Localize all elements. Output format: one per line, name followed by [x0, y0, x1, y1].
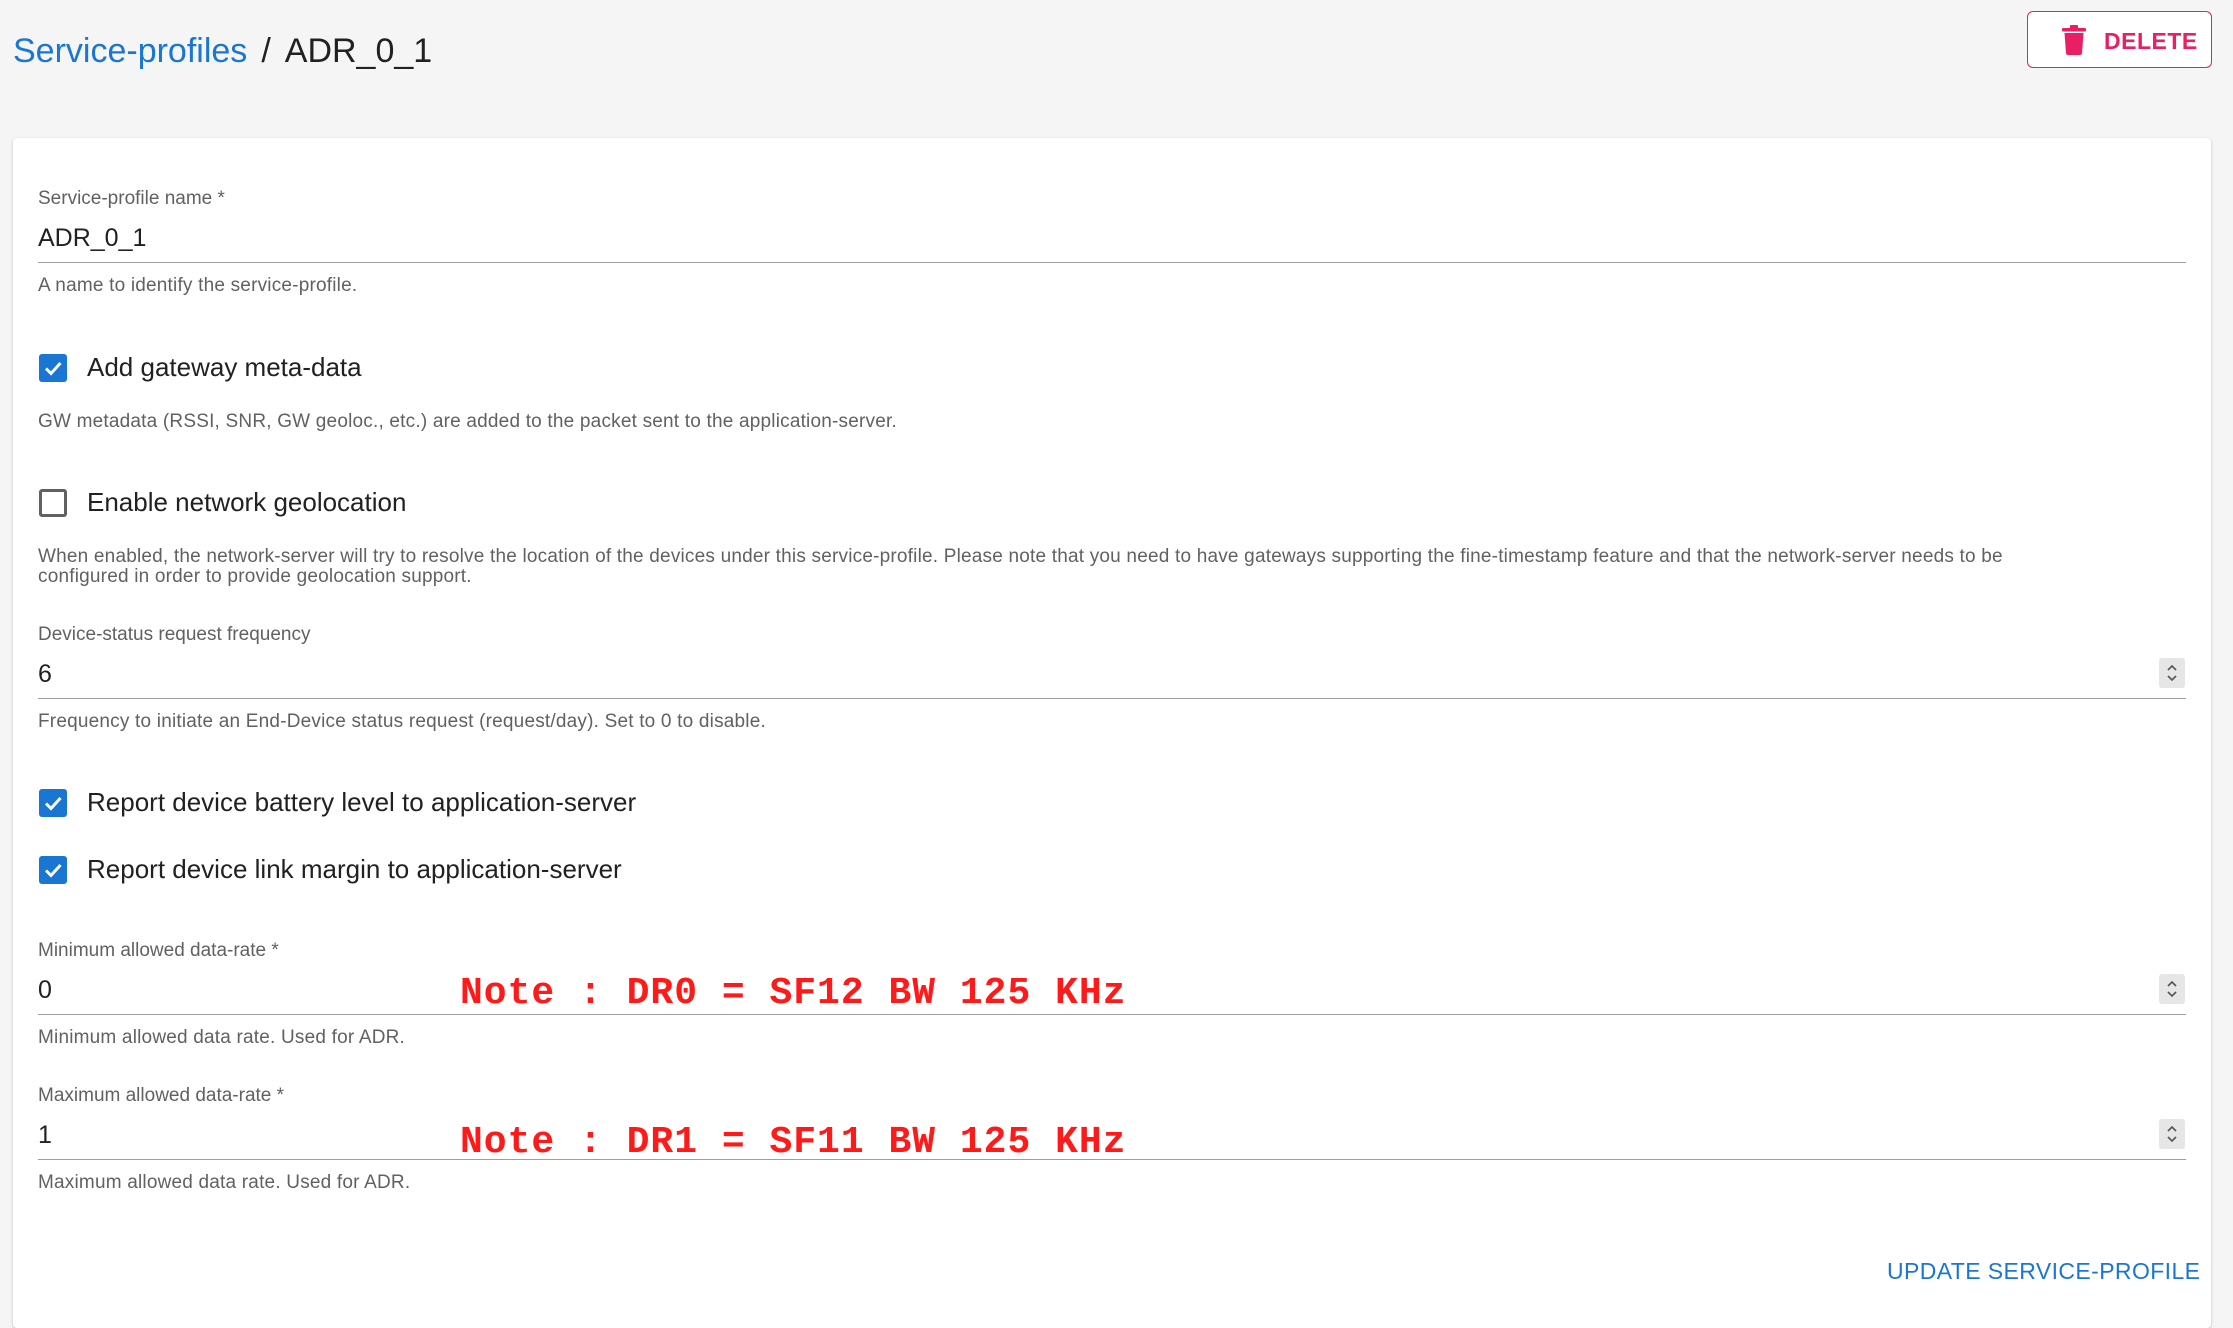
delete-button-label: DELETE — [2104, 28, 2198, 54]
checkmark-icon — [44, 863, 62, 878]
max-data-rate-input[interactable]: 1 — [38, 1121, 52, 1150]
network-geolocation-label[interactable]: Enable network geolocation — [87, 487, 406, 518]
device-status-frequency-stepper[interactable] — [2159, 658, 2185, 688]
min-data-rate-stepper[interactable] — [2159, 974, 2185, 1004]
breadcrumb-service-profiles-link[interactable]: Service-profiles — [13, 32, 247, 70]
add-gateway-metadata-label[interactable]: Add gateway meta-data — [87, 352, 362, 383]
breadcrumb-current: ADR_0_1 — [284, 32, 433, 70]
checkmark-icon — [44, 796, 62, 811]
max-data-rate-stepper[interactable] — [2159, 1119, 2185, 1149]
max-data-rate-underline — [38, 1159, 2186, 1160]
breadcrumb-separator: / — [261, 32, 271, 70]
report-battery-label[interactable]: Report device battery level to applicati… — [87, 787, 636, 818]
name-helper-text: A name to identify the service-profile. — [38, 275, 358, 296]
name-field-label: Service-profile name * — [38, 188, 225, 209]
service-profile-form: Service-profile name * ADR_0_1 A name to… — [13, 138, 2211, 1328]
min-data-rate-annotation: Note : DR0 = SF12 BW 125 KHz — [460, 972, 1127, 1015]
min-data-rate-underline — [38, 1014, 2186, 1015]
max-data-rate-label: Maximum allowed data-rate * — [38, 1085, 285, 1106]
delete-button[interactable]: DELETE — [2027, 11, 2212, 68]
network-geolocation-helper-line2: configured in order to provide geolocati… — [38, 566, 472, 587]
min-data-rate-label: Minimum allowed data-rate * — [38, 940, 279, 961]
max-data-rate-helper: Maximum allowed data rate. Used for ADR. — [38, 1172, 411, 1193]
name-input[interactable]: ADR_0_1 — [38, 224, 146, 253]
report-battery-checkbox[interactable] — [39, 789, 67, 817]
checkmark-icon — [44, 361, 62, 376]
device-status-frequency-label: Device-status request frequency — [38, 624, 311, 645]
stepper-arrows-icon — [2167, 980, 2177, 998]
network-geolocation-checkbox[interactable] — [39, 489, 67, 517]
add-gateway-metadata-checkbox[interactable] — [39, 354, 67, 382]
min-data-rate-input[interactable]: 0 — [38, 976, 52, 1005]
stepper-arrows-icon — [2167, 664, 2177, 682]
report-link-margin-checkbox[interactable] — [39, 856, 67, 884]
trash-icon — [2062, 25, 2086, 55]
min-data-rate-helper: Minimum allowed data rate. Used for ADR. — [38, 1027, 406, 1048]
device-status-frequency-underline — [38, 698, 2186, 699]
update-service-profile-button[interactable]: UPDATE SERVICE-PROFILE — [1887, 1258, 2200, 1285]
add-gateway-metadata-helper: GW metadata (RSSI, SNR, GW geoloc., etc.… — [38, 411, 897, 432]
stepper-arrows-icon — [2167, 1125, 2177, 1143]
network-geolocation-helper-line1: When enabled, the network-server will tr… — [38, 546, 2003, 567]
device-status-frequency-input[interactable]: 6 — [38, 660, 52, 689]
breadcrumb: Service-profiles / ADR_0_1 — [13, 28, 432, 74]
report-link-margin-label[interactable]: Report device link margin to application… — [87, 854, 622, 885]
device-status-frequency-helper: Frequency to initiate an End-Device stat… — [38, 711, 766, 732]
page-header: Service-profiles / ADR_0_1 DELETE — [0, 0, 2233, 120]
max-data-rate-annotation: Note : DR1 = SF11 BW 125 KHz — [460, 1121, 1127, 1164]
name-input-underline — [38, 262, 2186, 263]
